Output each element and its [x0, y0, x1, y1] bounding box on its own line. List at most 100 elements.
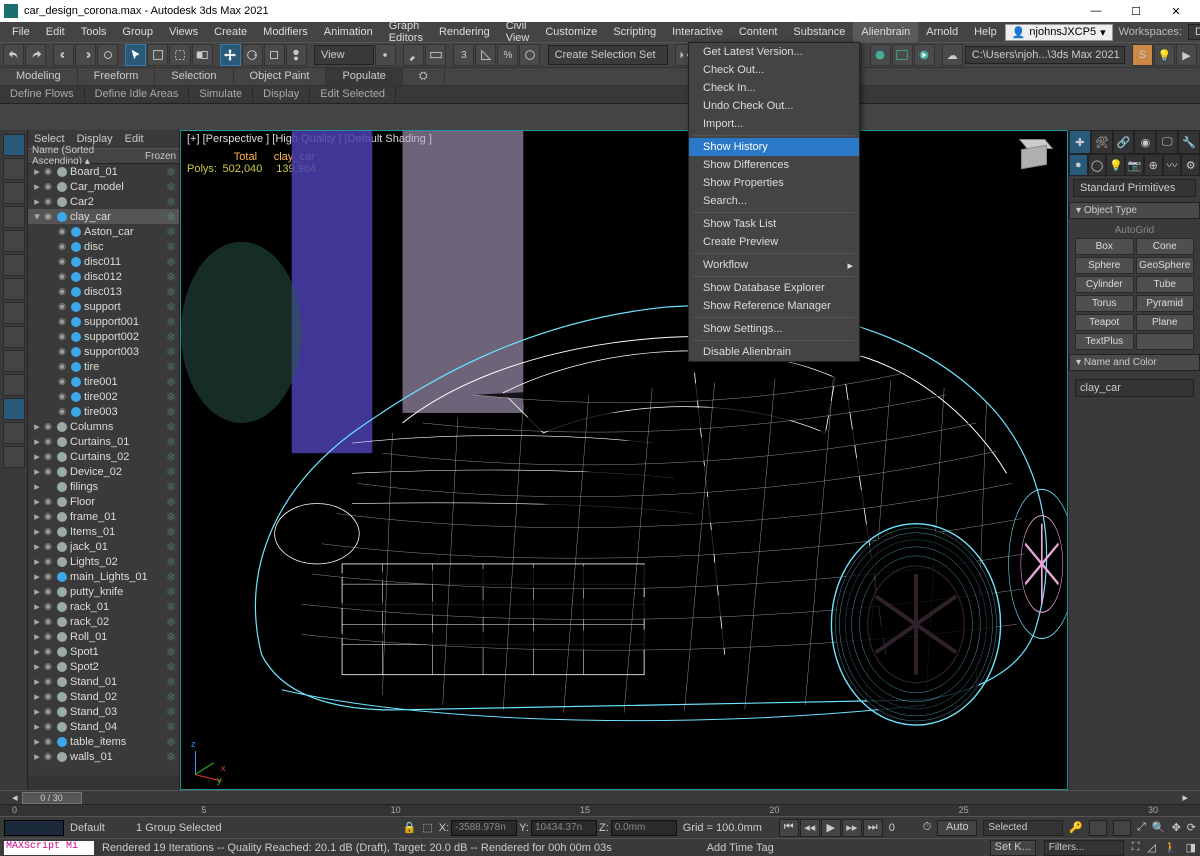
scene-explorer-display[interactable]: Display	[77, 133, 113, 145]
render-setup-button[interactable]	[870, 44, 891, 66]
project-path[interactable]: C:\Users\njoh...\3ds Max 2021	[965, 46, 1125, 64]
create-torus[interactable]: Torus	[1075, 295, 1134, 312]
sub-spacewarp[interactable]: 〰	[1163, 154, 1182, 176]
scene-node-stand_02[interactable]: ▸◉Stand_02❄	[28, 689, 179, 704]
menu-item-check-in-[interactable]: Check In...	[689, 79, 859, 97]
create-cylinder[interactable]: Cylinder	[1075, 276, 1134, 293]
create-box[interactable]: Box	[1075, 238, 1134, 255]
scene-node-walls_01[interactable]: ▸◉walls_01❄	[28, 749, 179, 764]
menu-item-search-[interactable]: Search...	[689, 192, 859, 210]
scene-node-tire002[interactable]: ◉tire002❄	[28, 389, 179, 404]
timeline-prev-icon[interactable]: ◂	[12, 791, 18, 804]
selection-set-input[interactable]: Create Selection Set	[548, 45, 668, 65]
x-input[interactable]: -3588.978n	[451, 820, 517, 836]
display-helpers-button[interactable]	[3, 254, 25, 276]
scene-node-tire[interactable]: ◉tire❄	[28, 359, 179, 374]
scene-explorer-select[interactable]: Select	[34, 133, 65, 145]
display-lights-button[interactable]	[3, 206, 25, 228]
orbit-button[interactable]: ⟳	[1187, 821, 1196, 834]
scene-node-curtains_02[interactable]: ▸◉Curtains_02❄	[28, 449, 179, 464]
menu-item-show-differences[interactable]: Show Differences	[689, 156, 859, 174]
select-name-button[interactable]	[147, 44, 168, 66]
scene-node-car2[interactable]: ▸◉Car2❄	[28, 194, 179, 209]
current-frame-input[interactable]: 0	[889, 822, 917, 834]
select-place-button[interactable]	[286, 44, 307, 66]
pan-button[interactable]: ✥	[1172, 821, 1181, 834]
display-spacewarp-button[interactable]	[3, 278, 25, 300]
window-crossing-button[interactable]	[192, 44, 213, 66]
scene-node-curtains_01[interactable]: ▸◉Curtains_01❄	[28, 434, 179, 449]
viewport-perspective[interactable]: [+] [Perspective ] [High Quality ] [Defa…	[180, 130, 1068, 790]
unlink-button[interactable]	[75, 44, 96, 66]
select-move-button[interactable]	[220, 44, 241, 66]
zoom-button[interactable]: 🔍	[1152, 821, 1166, 834]
create-teapot[interactable]: Teapot	[1075, 314, 1134, 331]
scene-node-rack_02[interactable]: ▸◉rack_02❄	[28, 614, 179, 629]
timeline-next-icon[interactable]: ▸	[1182, 791, 1188, 804]
rendered-frame-button[interactable]	[892, 44, 913, 66]
scene-explorer-columns[interactable]: Name (Sorted Ascending) ▴ Frozen	[28, 148, 179, 164]
scene-node-disc013[interactable]: ◉disc013❄	[28, 284, 179, 299]
redo-button[interactable]	[25, 44, 46, 66]
menu-create[interactable]: Create	[206, 22, 255, 42]
menu-help[interactable]: Help	[966, 22, 1005, 42]
tab-modify[interactable]: 🛠	[1091, 130, 1113, 154]
menu-arnold[interactable]: Arnold	[918, 22, 966, 42]
display-shapes-button[interactable]	[3, 182, 25, 204]
display-bone-button[interactable]	[3, 350, 25, 372]
primitive-category-dropdown[interactable]: Standard Primitives	[1073, 179, 1196, 197]
time-config-button[interactable]: ⏱	[923, 821, 932, 834]
display-cameras-button[interactable]	[3, 230, 25, 252]
menu-customize[interactable]: Customize	[537, 22, 605, 42]
menu-civil-view[interactable]: Civil View	[498, 22, 538, 42]
display-frozen-button[interactable]	[3, 398, 25, 420]
scene-node-jack_01[interactable]: ▸◉jack_01❄	[28, 539, 179, 554]
col-frozen[interactable]: Frozen	[145, 151, 175, 162]
display-hidden-button[interactable]	[3, 422, 25, 444]
snap-toggle-button[interactable]: 3	[453, 44, 474, 66]
menu-alienbrain[interactable]: Alienbrain	[853, 22, 918, 42]
sub-geometry[interactable]: ●	[1069, 154, 1088, 176]
sync-selection-button[interactable]	[3, 446, 25, 468]
scene-node-support001[interactable]: ◉support001❄	[28, 314, 179, 329]
select-manipulate-button[interactable]	[403, 44, 424, 66]
sub-cameras[interactable]: 📷	[1125, 154, 1144, 176]
tab-utilities[interactable]: 🔧	[1178, 130, 1200, 154]
percent-snap-button[interactable]: %	[497, 44, 518, 66]
scene-node-main_lights_01[interactable]: ▸◉main_Lights_01❄	[28, 569, 179, 584]
isolate-selection-button[interactable]	[1089, 820, 1107, 836]
min-max-viewport-button[interactable]: ⛶	[1132, 841, 1140, 854]
scene-node-stand_04[interactable]: ▸◉Stand_04❄	[28, 719, 179, 734]
next-frame-button[interactable]: ▸▸	[842, 819, 862, 837]
menu-item-show-settings-[interactable]: Show Settings...	[689, 320, 859, 338]
menu-item-get-latest-version-[interactable]: Get Latest Version...	[689, 43, 859, 61]
tab-display[interactable]: 🖵	[1156, 130, 1178, 154]
ribbon-sub-display[interactable]: Display	[253, 86, 310, 103]
menu-edit[interactable]: Edit	[38, 22, 73, 42]
tab-hierarchy[interactable]: 🔗	[1113, 130, 1135, 154]
angle-snap-button[interactable]	[475, 44, 496, 66]
menu-content[interactable]: Content	[731, 22, 786, 42]
rollout-object-type[interactable]: Object Type	[1069, 202, 1200, 219]
scene-node-support002[interactable]: ◉support002❄	[28, 329, 179, 344]
scene-node-spot2[interactable]: ▸◉Spot2❄	[28, 659, 179, 674]
create-textplus[interactable]: TextPlus	[1075, 333, 1134, 350]
object-name-input[interactable]	[1075, 379, 1194, 397]
maxscript-listener[interactable]: MAXScript Mi	[4, 841, 94, 855]
lock-icon[interactable]: 🔒	[403, 821, 417, 834]
scene-node-device_02[interactable]: ▸◉Device_02❄	[28, 464, 179, 479]
scene-node-spot1[interactable]: ▸◉Spot1❄	[28, 644, 179, 659]
add-time-tag[interactable]: Add Time Tag	[707, 842, 774, 854]
scene-node-support003[interactable]: ◉support003❄	[28, 344, 179, 359]
create-tube[interactable]: Tube	[1136, 276, 1195, 293]
select-scale-button[interactable]	[264, 44, 285, 66]
undo-button[interactable]	[3, 44, 24, 66]
scene-node-filings[interactable]: ▸filings❄	[28, 479, 179, 494]
keyboard-shortcut-button[interactable]	[425, 44, 446, 66]
scene-explorer-scrollbar[interactable]	[28, 776, 179, 790]
menu-item-workflow[interactable]: Workflow	[689, 256, 859, 274]
use-pivot-button[interactable]	[375, 44, 396, 66]
time-slider[interactable]: 0 / 30	[22, 792, 1179, 804]
scene-node-rack_01[interactable]: ▸◉rack_01❄	[28, 599, 179, 614]
ribbon-expand-icon[interactable]: ⛭	[403, 68, 445, 85]
